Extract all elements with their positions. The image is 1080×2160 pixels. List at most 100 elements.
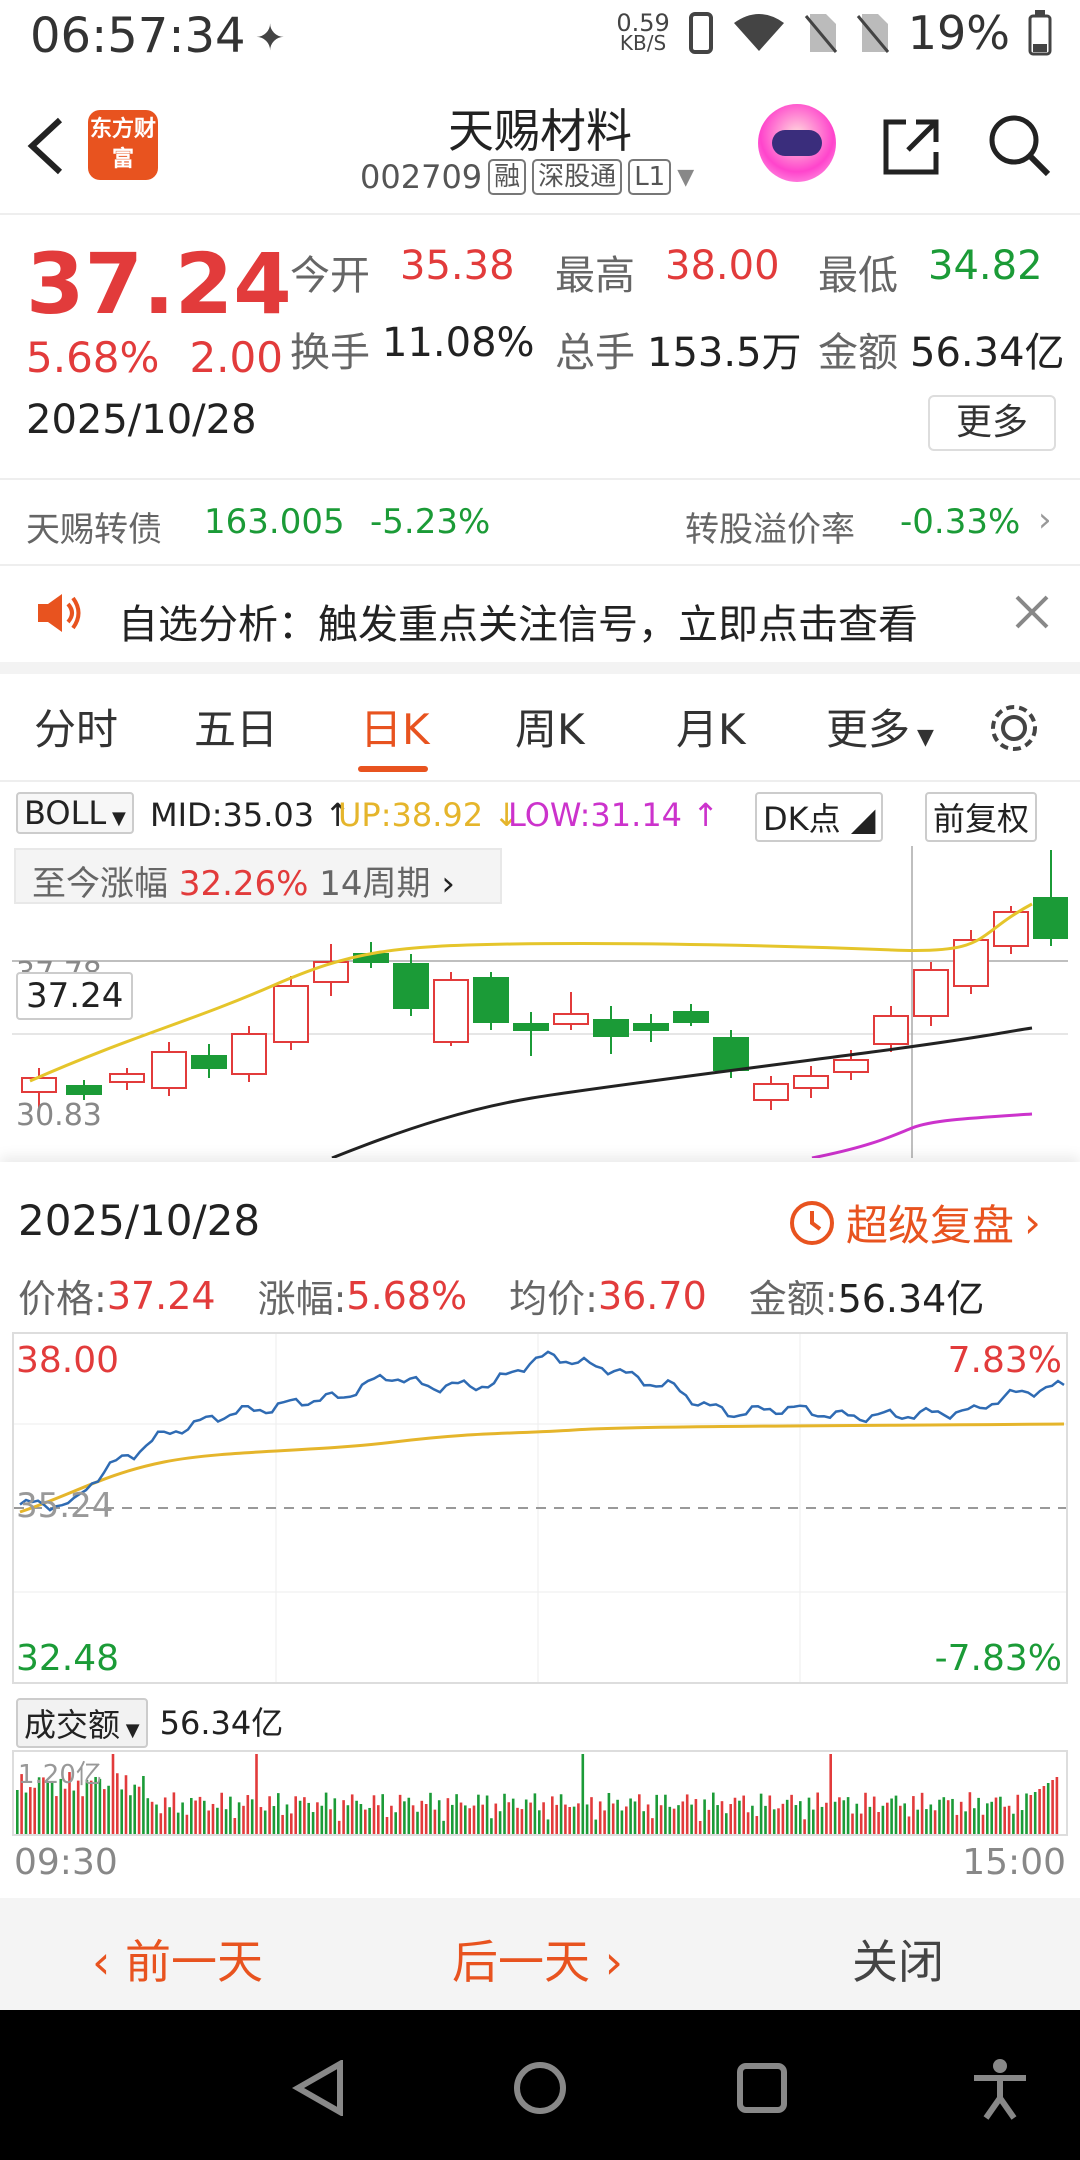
volume-bar — [886, 1802, 889, 1834]
range-gain-box[interactable]: 至今涨幅 32.26% 14周期 › — [14, 848, 502, 904]
tab-weekly-k[interactable]: 周K — [515, 696, 585, 757]
volume-bar — [725, 1813, 728, 1834]
tab-intraday[interactable]: 分时 — [34, 696, 118, 757]
volume-bar — [538, 1810, 541, 1834]
intraday-svg[interactable] — [14, 1334, 1066, 1682]
notice-banner[interactable]: 自选分析：触发重点关注信号，立即点击查看 — [0, 566, 1080, 674]
nav-back-icon[interactable] — [292, 2060, 344, 2116]
volume-bar — [803, 1819, 806, 1834]
volume-bar — [433, 1809, 437, 1834]
volume-bar — [242, 1805, 245, 1834]
volume-bar — [946, 1800, 950, 1834]
volume-bar — [298, 1800, 302, 1834]
volume-select[interactable]: 成交额 ▼ — [16, 1698, 148, 1748]
volume-bar — [477, 1794, 480, 1834]
volume-bar — [746, 1812, 750, 1834]
premium-value: -0.33% — [900, 502, 1021, 542]
volume-bar — [842, 1800, 846, 1834]
convertible-bond-row[interactable]: 天赐转债 163.005 -5.23% 转股溢价率 -0.33% › — [0, 478, 1080, 566]
volume-stat: 总手 153.5万 — [555, 330, 802, 376]
time-end-label: 15:00 — [962, 1842, 1066, 1883]
speaker-icon — [38, 594, 81, 632]
close-icon[interactable] — [1014, 594, 1050, 630]
volume-bar — [772, 1809, 776, 1834]
candle-body — [633, 1023, 669, 1031]
volume-bar — [807, 1797, 811, 1834]
volume-bar — [229, 1796, 232, 1834]
stock-code: 002709 — [360, 158, 483, 196]
volume-bar — [364, 1809, 367, 1834]
volume-bar — [825, 1802, 828, 1834]
close-button[interactable]: 关闭 — [852, 1926, 944, 1992]
volume-chart[interactable]: 1.20亿 — [12, 1750, 1068, 1836]
indicator-select[interactable]: BOLL ▼ — [16, 792, 134, 834]
kline-chart[interactable]: 至今涨幅 32.26% 14周期 › 37.78 37.24 30.83 — [12, 846, 1068, 1158]
stock-code-line[interactable]: 002709 融 深股通 L1 ▼ — [360, 158, 694, 196]
volume-bar — [951, 1798, 954, 1834]
crosshair-price-tag: 37.24 — [16, 972, 134, 1020]
chart-tabs: 分时 五日 日K 周K 月K 更多 ▼ — [0, 674, 1080, 782]
quote-panel: 37.24 5.68% 2.00 2025/10/28 今开 35.38 最高 … — [0, 215, 1080, 475]
robot-avatar-icon[interactable] — [758, 104, 836, 182]
settings-gear-icon[interactable] — [986, 700, 1042, 756]
nav-home-icon[interactable] — [512, 2060, 568, 2116]
prev-day-button[interactable]: ‹ 前一天 — [92, 1926, 263, 1992]
tab-daily-k[interactable]: 日K — [360, 696, 430, 757]
volume-bar — [990, 1801, 993, 1834]
volume-bar — [172, 1792, 176, 1834]
volume-bar — [346, 1805, 350, 1834]
volume-bar — [768, 1795, 772, 1834]
volume-bar — [1029, 1795, 1033, 1834]
volume-bar — [903, 1803, 906, 1834]
volume-bar — [1046, 1783, 1050, 1834]
volume-bar — [777, 1808, 780, 1834]
adjust-button[interactable]: 前复权 — [925, 792, 1038, 842]
volume-bar — [855, 1803, 859, 1834]
volume-bar — [168, 1807, 171, 1834]
intraday-chart[interactable]: 38.00 35.24 32.48 7.83% -7.83% — [12, 1332, 1068, 1684]
pct-bottom-label: -7.83% — [934, 1638, 1062, 1679]
dk-point-button[interactable]: DK点 ◢ — [755, 792, 884, 842]
accessibility-icon[interactable] — [970, 2058, 1030, 2120]
volume-bar — [868, 1806, 872, 1834]
share-icon[interactable] — [880, 116, 942, 178]
volume-bar — [398, 1794, 402, 1834]
volume-bar — [781, 1803, 785, 1834]
detail-stats: 价格: 37.24 涨幅: 5.68% 均价: 36.70 金额: 56.34亿 — [18, 1273, 985, 1322]
volume-bar — [377, 1805, 380, 1834]
volume-bar — [546, 1819, 550, 1834]
candle-body — [753, 1083, 789, 1101]
super-replay-link[interactable]: 超级复盘 › — [784, 1192, 1041, 1253]
system-nav-bar — [0, 2010, 1080, 2160]
volume-bar — [281, 1814, 284, 1834]
volume-bar — [785, 1799, 789, 1834]
nav-recents-icon[interactable] — [736, 2062, 788, 2114]
volume-bar — [455, 1794, 458, 1834]
volume-bar — [629, 1798, 632, 1834]
tab-monthly-k[interactable]: 月K — [676, 696, 746, 757]
volume-bar — [529, 1802, 532, 1834]
volume-bar — [481, 1804, 484, 1834]
volume-bar — [703, 1799, 706, 1834]
volume-header: 成交额 ▼ 56.34亿 — [16, 1698, 283, 1748]
volume-bar — [820, 1806, 824, 1834]
next-day-button[interactable]: 后一天 › — [452, 1926, 623, 1992]
volume-bar — [329, 1809, 332, 1834]
candle-body — [873, 1015, 909, 1045]
volume-bar — [716, 1805, 719, 1834]
candle-body — [713, 1037, 749, 1071]
volume-bar — [555, 1804, 558, 1834]
tab-more[interactable]: 更多 ▼ — [826, 696, 934, 757]
tab-five-day[interactable]: 五日 — [194, 696, 278, 757]
candle-body — [191, 1055, 227, 1069]
volume-bar — [894, 1795, 898, 1834]
volume-bar — [503, 1793, 506, 1834]
change-pct: 5.68% — [26, 333, 160, 382]
more-button[interactable]: 更多 — [928, 395, 1056, 451]
volume-bar — [1055, 1777, 1059, 1834]
volume-bar — [159, 1813, 163, 1834]
volume-bar — [146, 1798, 150, 1834]
time-start-label: 09:30 — [14, 1842, 118, 1883]
search-icon[interactable] — [986, 112, 1052, 178]
last-price: 37.24 — [26, 235, 292, 333]
